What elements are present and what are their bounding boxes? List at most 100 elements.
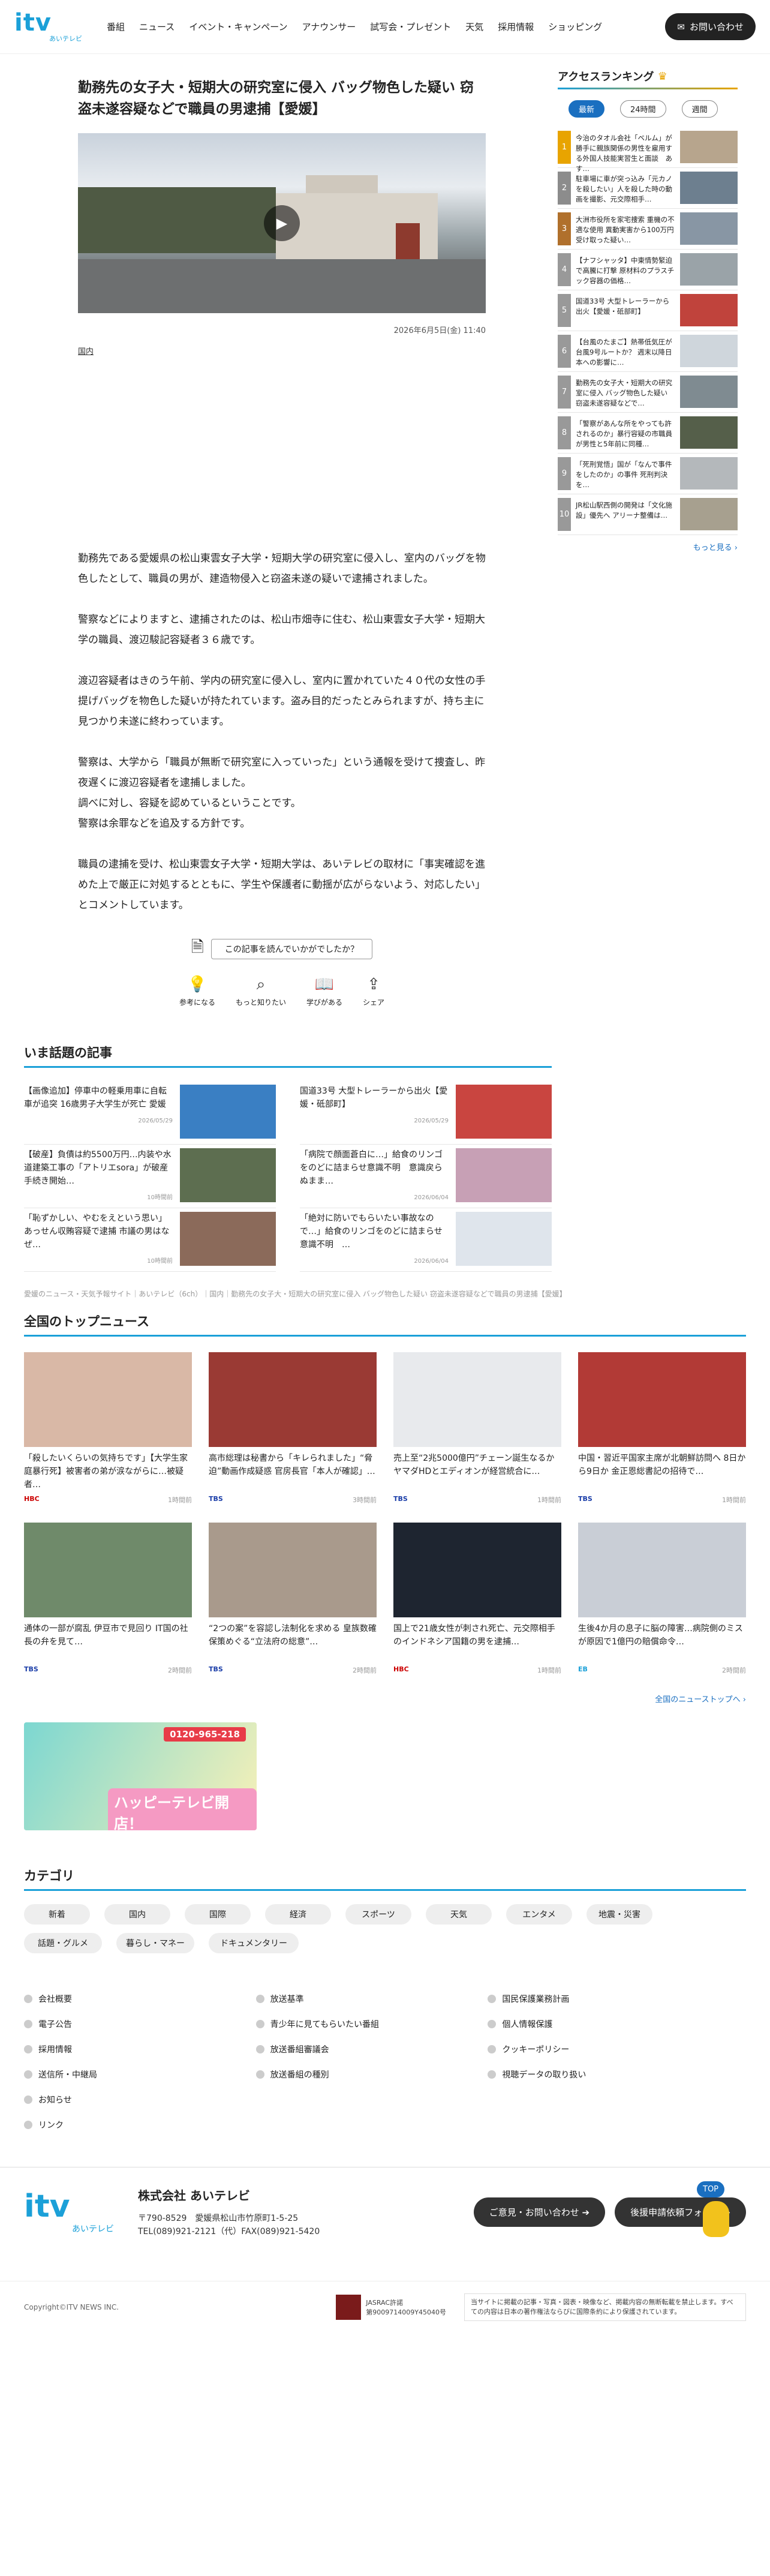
- ranking-item-title: 「警察があんな所をやっても許されるのか」暴行容疑の市職員が男性と5年前に同種…: [576, 419, 672, 448]
- ranking-item[interactable]: 9 「死刑覚悟」国が「なんで事件をしたのか」の事件 死刑判決を…: [558, 454, 738, 494]
- footer-links: 会社概要 放送基準 国民保護業務計画 電子公告 青少年に見てもらいたい番組 個人…: [24, 1993, 720, 2131]
- top-news-item[interactable]: 「殺したいくらいの気持ちです」【大学生家庭暴行死】被害者の弟が涙ながらに…被疑者…: [24, 1352, 192, 1505]
- reaction-learn-more-button[interactable]: ⌕ もっと知りたい: [236, 975, 286, 1007]
- top-label: TOP: [697, 2181, 725, 2197]
- contact-button[interactable]: ✉ お問い合わせ: [665, 13, 756, 40]
- top-news: 全国のトップニュース 「殺したいくらいの気持ちです」【大学生家庭暴行死】被害者の…: [24, 1312, 746, 1675]
- ranking-item[interactable]: 1 今治のタオル会社「ベルム」が勝手に親族関係の男性を雇用する外国人技能実習生と面…: [558, 127, 738, 173]
- footer-link[interactable]: 放送番組審議会: [255, 2043, 488, 2055]
- footer-link[interactable]: 個人情報保護: [488, 2018, 720, 2030]
- footer-link[interactable]: 会社概要: [24, 1993, 256, 2005]
- copyright-bar: Copyright©ITV NEWS INC. JASRAC許諾 第900971…: [0, 2281, 770, 2333]
- top-news-item[interactable]: 通体の一部が腐乱 伊豆市で見回り IT国の社長の弁を見て… TBS 2時間前: [24, 1523, 192, 1675]
- top-news-item[interactable]: 高市総理は秘書から「キレられました」“脅迫”動画作成疑惑 官房長官「本人が確認」…: [209, 1352, 377, 1505]
- category-chip[interactable]: 経済: [265, 1904, 331, 1925]
- ranking-item[interactable]: 10 JR松山駅西側の開発は「文化施設」優先へ アリーナ整備は…: [558, 494, 738, 535]
- play-icon[interactable]: ▶: [264, 205, 300, 241]
- nav-item-announcers[interactable]: アナウンサー: [302, 20, 356, 33]
- nav-item-recruit[interactable]: 採用情報: [498, 20, 534, 33]
- ranking-item[interactable]: 5 国道33号 大型トレーラーから出火【愛媛・砥部町】: [558, 290, 738, 331]
- hot-item[interactable]: 「恥ずかしい、やむをえという思い」あっせん収賄容疑で逮捕 市議の男はなぜ… 10時…: [24, 1208, 276, 1272]
- nav-item-shopping[interactable]: ショッピング: [548, 20, 602, 33]
- share-icon: ⇪: [367, 975, 380, 993]
- reaction-learning-button[interactable]: 📖 学びがある: [306, 975, 342, 1007]
- hot-item[interactable]: 【画像追加】停車中の軽乗用車に自転車が追突 16歳男子大学生が死亡 愛媛 2026…: [24, 1081, 276, 1145]
- category-chip[interactable]: 天気: [426, 1904, 492, 1925]
- mascot-icon: [703, 2201, 729, 2237]
- reaction-helpful-button[interactable]: 💡 参考になる: [179, 975, 215, 1007]
- nav-item-news[interactable]: ニュース: [139, 20, 175, 33]
- footer-link[interactable]: 電子公告: [24, 2018, 256, 2030]
- ranking-item-title: 勤務先の女子大・短期大の研究室に侵入 バッグ物色した疑い 窃盗未遂容疑などで…: [576, 379, 672, 407]
- footer-link[interactable]: クッキーポリシー: [488, 2043, 720, 2055]
- category-chip[interactable]: 地震・災害: [586, 1904, 652, 1925]
- ranking-tabs: 最新 24時間 週間: [569, 100, 738, 118]
- footer-link[interactable]: 採用情報: [24, 2043, 256, 2055]
- category-chip[interactable]: スポーツ: [345, 1904, 411, 1925]
- ranking-item[interactable]: 3 大洲市役所を家宅捜索 重機の不適な使用 異動実害から100万円受け取った疑い…: [558, 209, 738, 250]
- hot-item[interactable]: 国道33号 大型トレーラーから出火【愛媛・砥部町】 2026/05/29: [300, 1081, 552, 1145]
- top-news-item[interactable]: 生後4か月の息子に脳の障害…病院側のミスが原因で1億円の賠償命令… EB 2時間前: [578, 1523, 746, 1675]
- footer-link[interactable]: お知らせ: [24, 2094, 256, 2106]
- category-chip[interactable]: 国際: [185, 1904, 251, 1925]
- tab-latest[interactable]: 最新: [569, 100, 605, 118]
- ranking-item[interactable]: 6 【台風のたまご】熱帯低気圧が台風9号ルートか？ 週末以降日本への影響に…: [558, 331, 738, 372]
- rank-number: 1: [558, 131, 571, 164]
- nav-item-programs[interactable]: 番組: [107, 20, 125, 33]
- back-to-top[interactable]: TOP: [697, 2181, 734, 2241]
- share-button[interactable]: ⇪ シェア: [363, 975, 384, 1007]
- top-news-item[interactable]: 売上至“2兆5000億円”チェーン誕生なるか ヤマダHDとエディオンが経営統合に…: [393, 1352, 561, 1505]
- ranking-item[interactable]: 4 【ナフシャッタ】中東情勢緊迫で高騰に打撃 原材料のプラスチック容器の価格…: [558, 250, 738, 290]
- ranking-item[interactable]: 7 勤務先の女子大・短期大の研究室に侵入 バッグ物色した疑い 窃盗未遂容疑などで…: [558, 372, 738, 413]
- hot-item[interactable]: 「絶対に防いでもらいたい事故なので…」給食のリンゴをのどに詰まらせ意識不明 … 2…: [300, 1208, 552, 1272]
- top-news-title: 売上至“2兆5000億円”チェーン誕生なるか ヤマダHDとエディオンが経営統合に…: [393, 1454, 555, 1476]
- breadcrumb[interactable]: 愛媛のニュース・天気予報サイト｜あいテレビ（6ch）｜国内｜勤務先の女子大・短期…: [24, 1289, 746, 1299]
- footer-link[interactable]: 放送番組の種別: [255, 2068, 488, 2080]
- site-logo[interactable]: itv あいテレビ: [14, 11, 98, 43]
- footer-link[interactable]: リンク: [24, 2119, 256, 2131]
- nav-item-events[interactable]: イベント・キャンペーン: [189, 20, 287, 33]
- top-news-item[interactable]: 中国・習近平国家主席が北朝鮮訪問へ 8日から9日か 金正恩総書記の招待で… TBS…: [578, 1352, 746, 1505]
- tab-weekly[interactable]: 週間: [681, 100, 718, 118]
- footer-link[interactable]: 送信所・中継局: [24, 2068, 256, 2080]
- article-survey: 🗎 この記事を読んでいかがでしたか？ 💡 参考になる ⌕ もっと知りたい 📖 学…: [78, 936, 486, 1007]
- footer-logo[interactable]: itv あいテレビ: [24, 2190, 114, 2235]
- article-paragraph: 警察などによりますと、逮捕されたのは、松山市畑寺に住む、松山東雲女子大学・短期大…: [78, 614, 485, 646]
- hot-thumbnail: [180, 1085, 276, 1139]
- footer-link[interactable]: 青少年に見てもらいたい番組: [255, 2018, 488, 2030]
- hot-heading: いま話題の記事: [24, 1043, 552, 1068]
- footer-link[interactable]: 視聴データの取り扱い: [488, 2068, 720, 2080]
- ranking-item[interactable]: 8 「警察があんな所をやっても許されるのか」暴行容疑の市職員が男性と5年前に同種…: [558, 413, 738, 454]
- top-news-item[interactable]: 国上で21歳女性が刺され死亡、元交際相手のインドネシア国籍の男を逮捕… HBC 1時…: [393, 1523, 561, 1675]
- all-news-link[interactable]: 全国のニューストップへ ›: [24, 1693, 746, 1704]
- nav-item-weather[interactable]: 天気: [465, 20, 483, 33]
- rank-number: 7: [558, 376, 571, 409]
- article-video[interactable]: ▶: [78, 133, 486, 313]
- promo-banner[interactable]: 0120-965-218 ハッピーテレビ開店！: [24, 1722, 257, 1830]
- nav-item-presents[interactable]: 試写会・プレゼント: [370, 20, 451, 33]
- category-chip[interactable]: ドキュメンタリー: [209, 1933, 299, 1953]
- ranking-item-title: 国道33号 大型トレーラーから出火【愛媛・砥部町】: [576, 297, 670, 316]
- bullet-icon: [488, 2070, 497, 2079]
- footer-link[interactable]: 国民保護業務計画: [488, 1993, 720, 2005]
- category-chip[interactable]: 暮らし・マネー: [116, 1933, 194, 1953]
- ranking-more-link[interactable]: もっと見る ›: [558, 541, 738, 553]
- hot-item[interactable]: 「病院で顔面蒼白に…」給食のリンゴをのどに詰まらせ意識不明 意識戻らぬまま… 20…: [300, 1145, 552, 1208]
- ranking-thumbnail: [680, 131, 738, 163]
- category-chip[interactable]: 国内: [104, 1904, 170, 1925]
- hot-item[interactable]: 【破産】負債は約5500万円…内装や水道建築工事の「アトリエsora」が破産手続…: [24, 1145, 276, 1208]
- footer-link[interactable]: 放送基準: [255, 1993, 488, 2005]
- article-category-link[interactable]: 国内: [78, 345, 94, 356]
- top-news-item[interactable]: “2つの案”を容認し法制化を求める 皇族数確保策めぐる“立法府の総意”… TBS 2…: [209, 1523, 377, 1675]
- category-chip[interactable]: 話題・グルメ: [24, 1933, 102, 1953]
- ranking-item[interactable]: 2 駐車場に車が突っ込み「元カノを殺したい」人を殺した時の動画を撮影、元交際相手…: [558, 168, 738, 209]
- rank-number: 8: [558, 416, 571, 449]
- survey-question-row: 🗎 この記事を読んでいかがでしたか？: [191, 936, 373, 962]
- hot-item-date: 2026/06/04: [414, 1194, 449, 1201]
- tab-24h[interactable]: 24時間: [620, 100, 666, 118]
- category-chip[interactable]: 新着: [24, 1904, 90, 1925]
- bullet-icon: [255, 2070, 264, 2079]
- category-chip[interactable]: エンタメ: [506, 1904, 572, 1925]
- hot-thumbnail: [456, 1148, 552, 1202]
- feedback-button[interactable]: ご意見・お問い合わせ ➔: [473, 2197, 606, 2227]
